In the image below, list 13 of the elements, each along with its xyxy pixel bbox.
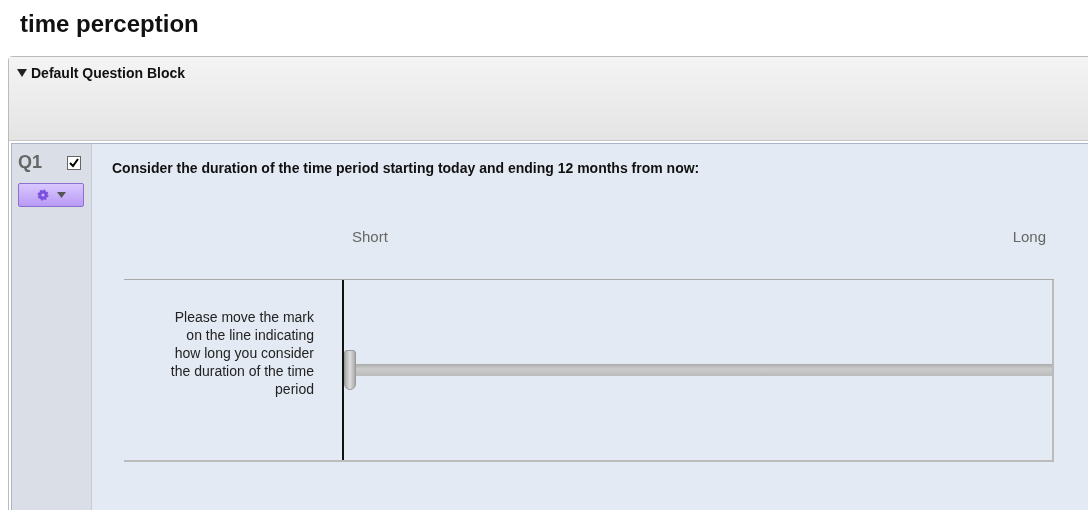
settings-dropdown-button[interactable] [18, 183, 84, 207]
settings-icon [36, 189, 49, 201]
block-title: Default Question Block [31, 65, 186, 81]
slider-label: Please move the mark on the line indicating how long you consider the duration of the time period [169, 308, 315, 399]
survey-title: time perception [19, 9, 200, 39]
question-checkbox[interactable] [67, 155, 81, 170]
slider-handle[interactable] [344, 350, 356, 390]
scale-label: Long [1012, 228, 1046, 245]
collapse-triangle-icon[interactable] [17, 68, 27, 78]
scale-label: Short [352, 228, 388, 245]
question-number: Q1 [18, 152, 42, 173]
question-text: Consider the duration of the time period starting today and ending 12 months from now: [112, 160, 701, 176]
caret-icon [56, 192, 66, 198]
